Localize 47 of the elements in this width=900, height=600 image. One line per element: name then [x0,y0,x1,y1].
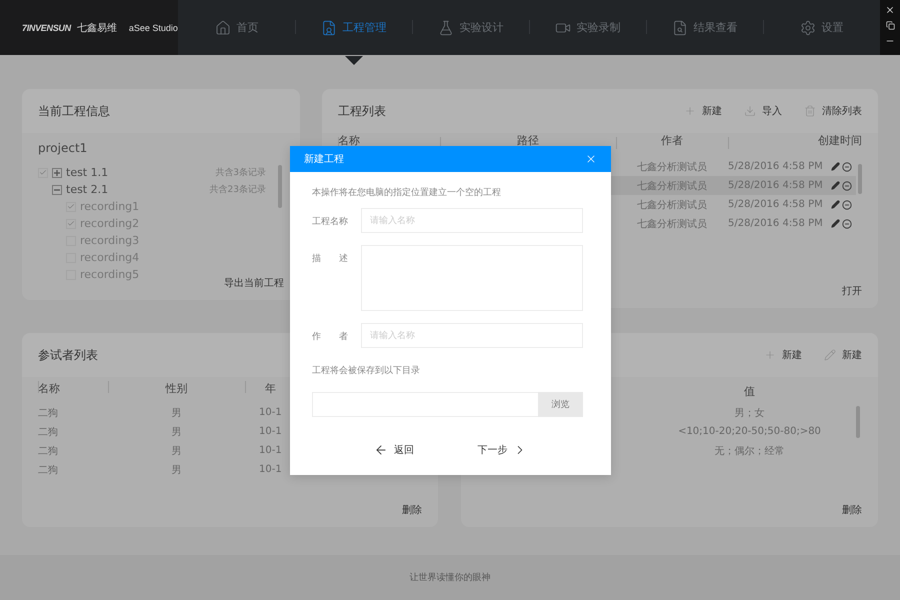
intro-text: 本操作将在您电脑的指定位置建立一个空的工程 [312,186,502,199]
table-cell-text: 男 [170,426,182,438]
table-cell-text: 二狗 [38,464,59,476]
table-cell-text: 无；偶尔；经常 [714,444,786,458]
field-label: 描 述 [312,252,348,266]
table-cell: 10-1 [259,464,282,475]
table-cell-text: 二狗 [38,444,59,458]
table-cell-text: 七鑫分析测试员 [636,218,708,230]
table-cell: 5/28/2016 4:58 PM [728,218,823,229]
card-title: 参试者列表 [38,346,98,364]
table-cell-text: 七鑫分析测试员 [636,198,708,212]
column-header: 值 [743,384,756,398]
card-title: 当前工程信息 [38,102,110,120]
record-count: 共含23条记录 [210,184,267,196]
table-cell-text: 男 [170,444,182,458]
table-cell-text: 七鑫分析测试员 [636,180,708,192]
column-header: 性别 [164,381,188,396]
record-count: 共含3条记录 [215,166,267,179]
column-header: 年 [264,381,277,396]
table-cell-text: <10;10-20;20-50;50-80;>80 [677,426,822,437]
field-label: 工程将会被保存到以下目录 [312,364,421,377]
table-cell: 10-1 [259,426,282,437]
field-label: 作 者 [312,330,348,344]
table-cell: 5/28/2016 4:58 PM [728,180,823,191]
column-header: 名称 [38,381,61,396]
table-cell-text: 二狗 [38,406,59,420]
column-header: 名称 [338,133,361,148]
table-cell-text: 男；女 [734,406,766,420]
table-cell-text: 二狗 [38,426,59,438]
table-cell: 10-1 [259,445,282,456]
table-cell: 5/28/2016 4:58 PM [728,199,823,210]
table-cell: 10-1 [259,407,282,418]
logo: 7INVENSUN [22,22,71,32]
slogan: 让世界读懂你的眼神 [410,572,490,584]
column-header: 创建时间 [817,133,862,148]
column-header: 路径 [516,133,540,148]
card-title: 工程列表 [338,102,386,120]
product-name: aSee Studio [128,22,178,32]
dialog-title: 新建工程 [304,152,344,166]
table-cell-text: 男 [170,464,182,476]
table-cell-text: 七鑫分析测试员 [636,160,708,174]
table-cell-text: 男 [170,406,182,420]
project-name: project1 [38,141,88,155]
field-label: 工程名称 [312,216,348,229]
column-header: 作者 [660,133,684,148]
table-cell: 5/28/2016 4:58 PM [728,161,823,172]
company-name: 七鑫易维 [76,22,117,34]
